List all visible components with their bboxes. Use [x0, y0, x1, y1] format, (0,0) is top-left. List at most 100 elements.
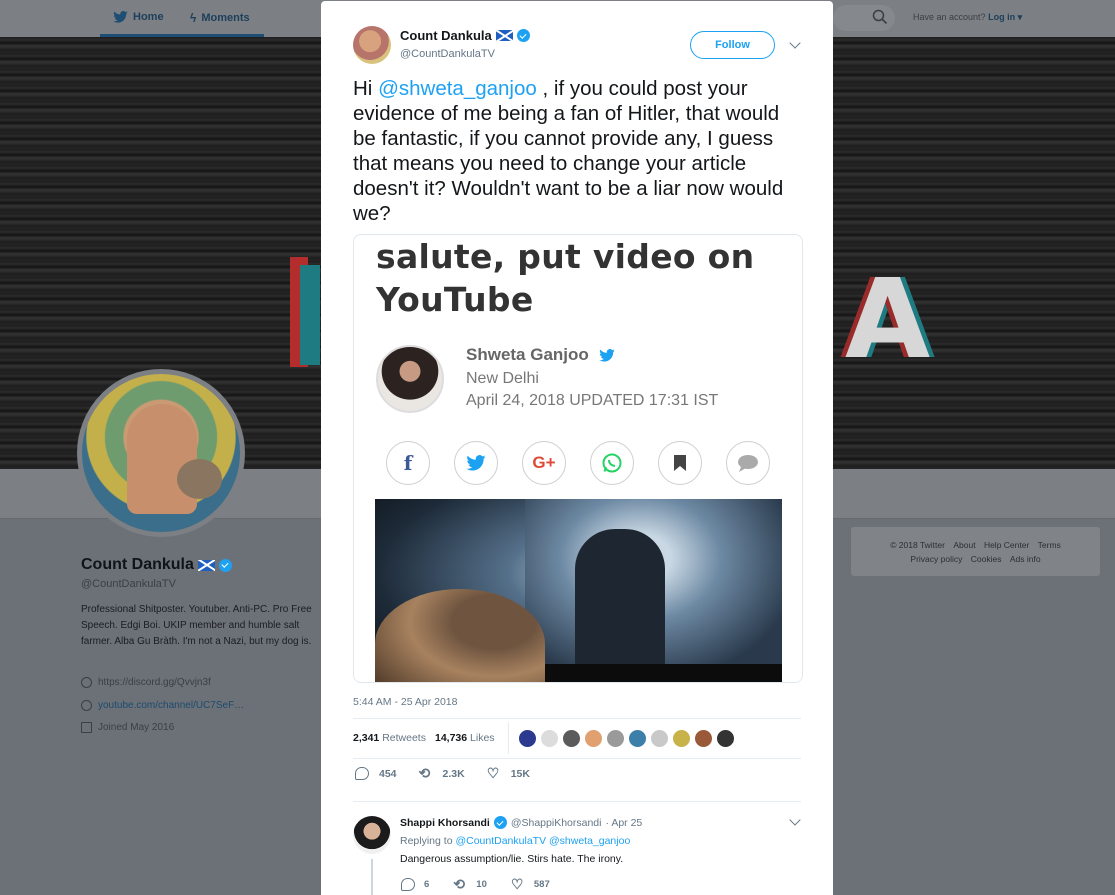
tweet-author-name[interactable]: Count Dankula — [400, 28, 530, 43]
avatar-pug — [177, 459, 222, 499]
media-date-line: April 24, 2018 UPDATED 17:31 IST — [466, 392, 718, 410]
media-author-avatar — [376, 345, 444, 413]
liker-avatar[interactable] — [650, 728, 669, 748]
profile-name-text: Count Dankula — [81, 556, 194, 573]
reply-retweet-button[interactable]: ⟲ 10 — [453, 877, 487, 891]
tweet-modal: Count Dankula @CountDankulaTV Follow Hi … — [321, 1, 833, 895]
tweet-author-handle[interactable]: @CountDankulaTV — [400, 48, 495, 60]
footer-privacy[interactable]: Privacy policy — [910, 554, 962, 564]
twitter-bird-icon — [113, 11, 128, 23]
reply-author[interactable]: Shappi Khorsandi @ShappiKhorsandi · Apr … — [400, 816, 642, 829]
liker-avatar[interactable] — [518, 728, 537, 748]
footer-help[interactable]: Help Center — [984, 540, 1029, 550]
profile-handle[interactable]: @CountDankulaTV — [81, 578, 176, 590]
liker-avatar[interactable] — [628, 728, 647, 748]
reply-like-button[interactable]: ♡ 587 — [511, 877, 550, 891]
profile-bio: Professional Shitposter. Youtuber. Anti-… — [81, 604, 312, 647]
account-prompt-text: Have an account? — [913, 12, 986, 22]
scotland-flag-icon — [197, 559, 215, 571]
liker-avatar[interactable] — [672, 728, 691, 748]
nav-moments[interactable]: ϟ Moments — [190, 11, 250, 25]
footer-about[interactable]: About — [953, 540, 975, 550]
reply-reply-count: 6 — [424, 879, 430, 890]
retweets-count: 2,341 — [353, 732, 380, 744]
reply-icon — [355, 767, 369, 780]
nav-moments-label: Moments — [201, 12, 250, 24]
reply-text: Dangerous assumption/lie. Stirs hate. Th… — [400, 853, 624, 865]
footer-ads[interactable]: Ads info — [1010, 554, 1041, 564]
reply-date[interactable]: · Apr 25 — [605, 817, 642, 829]
pug-silhouette — [375, 589, 545, 682]
comment-glyph — [738, 455, 758, 472]
media-author-name: Shweta Ganjoo — [466, 345, 589, 364]
whatsapp-icon — [590, 441, 634, 485]
liker-avatar[interactable] — [694, 728, 713, 748]
liker-avatar[interactable] — [606, 728, 625, 748]
follow-button[interactable]: Follow — [690, 31, 775, 59]
profile-avatar[interactable] — [77, 369, 245, 537]
footer-cookies[interactable]: Cookies — [971, 554, 1002, 564]
like-button[interactable]: ♡ 15K — [486, 765, 530, 781]
reply-reply-button[interactable]: 6 — [401, 878, 429, 891]
tweet-author-avatar[interactable] — [353, 26, 391, 64]
divider — [353, 758, 801, 759]
thread-line — [371, 859, 373, 895]
verified-icon — [493, 816, 507, 829]
likes-stat[interactable]: 14,736 Likes — [435, 732, 495, 744]
replying-to-links[interactable]: @CountDankulaTV @shweta_ganjoo — [455, 835, 630, 847]
media-headline: salute, put video on YouTube — [376, 237, 755, 319]
location-pin-icon — [81, 677, 92, 688]
tweet-media-image[interactable]: salute, put video on YouTube Shweta Ganj… — [353, 234, 803, 683]
verified-icon — [218, 558, 232, 572]
whatsapp-glyph — [602, 453, 622, 473]
replying-to: Replying to @CountDankulaTV @shweta_ganj… — [400, 835, 630, 847]
liker-avatar[interactable] — [540, 728, 559, 748]
bookmark-glyph — [674, 455, 686, 471]
link-icon — [81, 700, 92, 711]
profile-joined-text: Joined May 2016 — [98, 722, 175, 733]
tweet-text: Hi @shweta_ganjoo , if you could post yo… — [353, 76, 803, 226]
tweet-timestamp[interactable]: 5:44 AM - 25 Apr 2018 — [353, 696, 458, 708]
login-caret-icon[interactable]: ▾ — [1015, 12, 1023, 22]
liker-avatar[interactable] — [584, 728, 603, 748]
avatar-figure — [127, 404, 197, 514]
reply-button[interactable]: 454 — [355, 767, 397, 780]
google-plus-icon: G+ — [522, 441, 566, 485]
profile-website-link[interactable]: youtube.com/channel/UC7SeF… — [98, 700, 244, 711]
nav-home-label: Home — [133, 11, 164, 23]
profile-name: Count Dankula — [81, 556, 232, 574]
mention-link[interactable]: @shweta_ganjoo — [378, 77, 537, 100]
reply-icon — [401, 878, 415, 891]
liker-avatar[interactable] — [716, 728, 735, 748]
retweet-button[interactable]: ⟲ 2.3K — [419, 766, 465, 780]
likes-count: 14,736 — [434, 732, 468, 744]
banner-glitch-letter: A — [845, 255, 931, 383]
more-options-chevron-icon[interactable] — [789, 37, 801, 49]
reply-author-avatar[interactable] — [353, 816, 391, 854]
calendar-icon — [81, 722, 92, 733]
login-link[interactable]: Log in — [988, 12, 1015, 22]
twitter-bird-glyph — [466, 455, 486, 471]
footer-terms[interactable]: Terms — [1038, 540, 1061, 550]
search-icon[interactable] — [872, 9, 888, 25]
media-share-row: f G+ — [386, 441, 770, 485]
heart-icon: ♡ — [486, 765, 500, 781]
replying-to-prefix: Replying to — [400, 835, 453, 847]
likes-label: Likes — [470, 732, 495, 744]
footer-links: © 2018 Twitter About Help Center Terms P… — [851, 527, 1100, 576]
divider — [353, 801, 801, 802]
banner-glitch-cyan — [300, 265, 320, 365]
liker-avatar[interactable] — [562, 728, 581, 748]
reply-like-count: 587 — [533, 879, 550, 890]
like-count: 15K — [510, 767, 530, 780]
footer-row-1: © 2018 Twitter About Help Center Terms — [851, 540, 1100, 550]
nav-home[interactable]: Home — [113, 11, 164, 23]
reply-author-name: Shappi Khorsandi — [400, 816, 490, 829]
retweets-stat[interactable]: 2,341 Retweets — [353, 732, 426, 744]
reply-author-handle: @ShappiKhorsandi — [510, 816, 602, 829]
tv-frame — [525, 664, 782, 682]
tweet-author-name-text: Count Dankula — [400, 28, 492, 43]
liker-avatars — [508, 722, 735, 754]
footer-row-2: Privacy policy Cookies Ads info — [851, 554, 1100, 564]
reply-options-chevron-icon[interactable] — [789, 814, 801, 826]
